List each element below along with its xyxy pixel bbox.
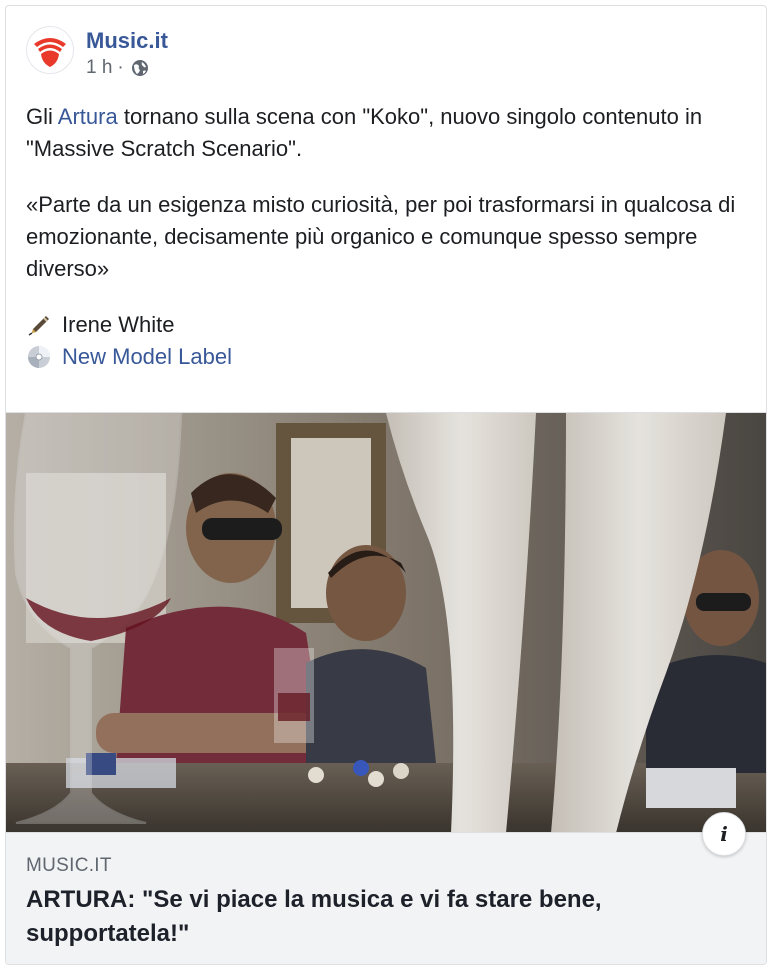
post-header: Music.it 1 h ·	[26, 26, 168, 86]
link-title[interactable]: ARTURA: "Se vi piace la musica e vi fa s…	[26, 883, 706, 951]
credit-person-line: Irene White	[26, 309, 746, 341]
globe-icon[interactable]	[131, 59, 149, 77]
credit-person: Irene White	[62, 312, 175, 337]
intro-text-after: tornano sulla scena con "Koko", nuovo si…	[26, 104, 703, 161]
band-photo-image	[6, 413, 766, 833]
page-name[interactable]: Music.it	[86, 28, 168, 54]
page-avatar[interactable]	[26, 26, 74, 74]
disc-icon	[26, 344, 52, 370]
meta-separator: ·	[117, 57, 124, 78]
post-intro: Gli Artura tornano sulla scena con "Koko…	[26, 101, 746, 165]
post-time[interactable]: 1 h	[86, 56, 112, 80]
band-link[interactable]: Artura	[58, 104, 118, 129]
post-card: Music.it 1 h · Gli Artura tornano sulla …	[5, 5, 767, 965]
link-preview-image[interactable]	[6, 412, 766, 833]
credit-label-line: New Model Label	[26, 341, 746, 373]
info-icon[interactable]: i	[702, 812, 746, 856]
link-preview-footer[interactable]: MUSIC.IT ARTURA: "Se vi piace la musica …	[6, 832, 766, 964]
post-quote: «Parte da un esigenza misto curiosità, p…	[26, 192, 736, 281]
intro-text-before: Gli	[26, 104, 58, 129]
link-domain: MUSIC.IT	[26, 855, 112, 876]
post-meta: 1 h ·	[86, 56, 168, 80]
post-body: Gli Artura tornano sulla scena con "Koko…	[26, 101, 746, 373]
music-it-logo-icon	[34, 38, 66, 67]
label-link[interactable]: New Model Label	[62, 341, 232, 373]
pen-icon	[26, 312, 52, 338]
